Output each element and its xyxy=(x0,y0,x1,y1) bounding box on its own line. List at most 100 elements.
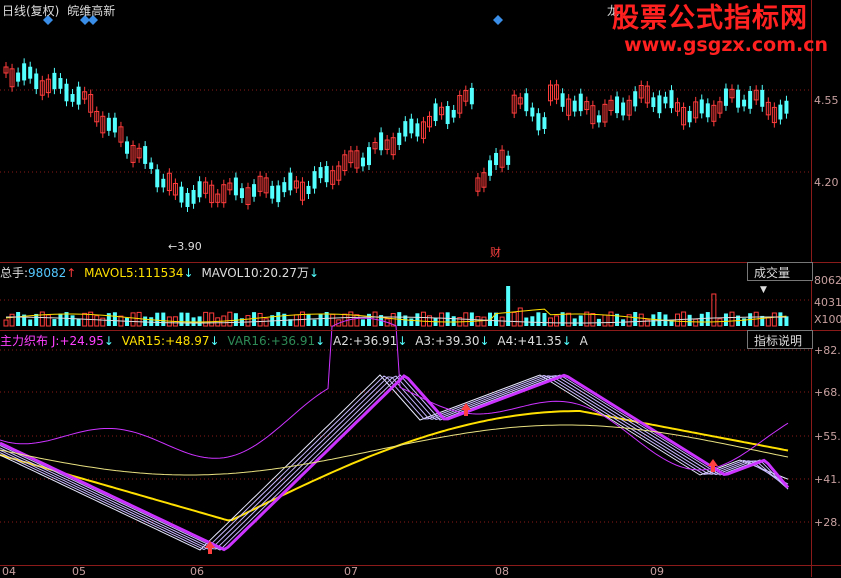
a2-value: +36.91 xyxy=(353,334,397,348)
volume-bar xyxy=(609,312,613,326)
candle-body xyxy=(488,160,492,175)
volume-bar xyxy=(52,319,56,326)
candle-body xyxy=(573,101,577,112)
candle-body xyxy=(288,173,292,191)
candle-body xyxy=(700,99,704,113)
candle-body xyxy=(270,186,274,199)
candle-body xyxy=(282,182,286,192)
indicator-axis-label: +82.0 xyxy=(814,344,841,357)
indicator-axis-label: +55.0 xyxy=(814,430,841,443)
volume-bar xyxy=(107,313,111,326)
candle-body xyxy=(760,90,764,107)
candle-body xyxy=(58,78,62,89)
watermark-title: 股票公式指标网 xyxy=(612,4,832,34)
price-header: 日线(复权) 皖维高新 xyxy=(2,2,115,19)
volume-axis-unit: X100 xyxy=(814,313,841,326)
candle-body xyxy=(663,97,667,104)
volume-bar xyxy=(10,314,14,326)
triangle-down-icon: ▼ xyxy=(760,285,767,295)
chart-canvas[interactable] xyxy=(0,0,811,577)
candle-body xyxy=(16,73,20,82)
volume-bar xyxy=(16,312,20,326)
volume-bar xyxy=(204,312,208,326)
volume-bar xyxy=(198,316,202,326)
pane-divider-indicator[interactable] xyxy=(0,330,841,331)
date-axis-label: 04 xyxy=(2,565,16,578)
watermark-url: www.gsgzx.com.cn xyxy=(612,34,832,56)
date-axis-label: 08 xyxy=(495,565,509,578)
candle-body xyxy=(107,118,111,131)
volume-bar xyxy=(77,319,81,326)
mavol5-value: 111534 xyxy=(138,266,184,280)
volume-bar xyxy=(446,312,450,326)
volume-bar xyxy=(536,312,540,326)
candle-body xyxy=(397,133,401,145)
date-axis-label: 07 xyxy=(344,565,358,578)
candle-body xyxy=(71,94,75,102)
indicator-axis-label: +41.7 xyxy=(814,473,841,486)
candle-body xyxy=(561,93,565,107)
candle-body xyxy=(615,96,619,113)
candle-body xyxy=(470,88,474,104)
volume-bar xyxy=(730,312,734,326)
price-axis xyxy=(811,0,841,577)
candle-body xyxy=(319,167,323,178)
volume-bar xyxy=(567,313,571,326)
volume-bar xyxy=(512,312,516,326)
arrow-left-icon: ← xyxy=(168,240,177,253)
candle-body xyxy=(313,171,317,188)
candle-body xyxy=(706,103,710,117)
candle-body xyxy=(77,87,81,105)
candle-body xyxy=(542,117,546,129)
down-arrow-icon: ↓ xyxy=(184,266,194,280)
volume-bar xyxy=(125,318,129,326)
volume-axis-label: 8062 xyxy=(814,274,841,287)
volume-bar xyxy=(319,314,323,326)
volume-value: 98082 xyxy=(28,266,66,280)
down-arrow-icon: ↓ xyxy=(104,334,114,348)
candle-body xyxy=(621,103,625,116)
indicator-name[interactable]: 主力织布 xyxy=(0,334,48,348)
mavol10-value: 20.27万 xyxy=(263,266,309,280)
volume-bar xyxy=(579,315,583,326)
indicator-header: 主力织布 J:+24.95↓ VAR15:+48.97↓ VAR16:+36.9… xyxy=(0,332,588,349)
a2-label: A2: xyxy=(333,334,353,348)
mavol5-label: MAVOL5: xyxy=(84,266,138,280)
candle-body xyxy=(651,97,655,107)
volume-bar xyxy=(294,315,298,326)
volume-bar xyxy=(633,312,637,326)
volume-bar xyxy=(355,315,359,326)
pane-divider-volume[interactable] xyxy=(0,262,841,263)
volume-bar xyxy=(95,316,99,326)
candle-body xyxy=(688,111,692,122)
volume-bar xyxy=(179,313,183,326)
mavol10-label: MAVOL10: xyxy=(201,266,262,280)
candle-body xyxy=(234,178,238,196)
candle-body xyxy=(536,113,540,130)
volume-bar xyxy=(415,313,419,326)
volume-bar xyxy=(46,315,50,326)
up-arrow-icon: ↑ xyxy=(66,266,76,280)
volume-bar xyxy=(591,314,595,326)
volume-indicator-dropdown[interactable]: 成交量 ▼ xyxy=(747,262,813,281)
volume-bar xyxy=(712,294,716,326)
candle-body xyxy=(325,166,329,182)
dropdown-label: 成交量 xyxy=(754,266,790,280)
watermark: 股票公式指标网 www.gsgzx.com.cn xyxy=(612,4,832,58)
candle-body xyxy=(143,146,147,164)
candle-body xyxy=(113,118,117,133)
candle-body xyxy=(736,90,740,108)
volume-bar xyxy=(421,312,425,326)
candle-body xyxy=(579,94,583,111)
volume-bar xyxy=(276,312,280,326)
volume-bar xyxy=(264,319,268,326)
indicator-help-button[interactable]: 指标说明 xyxy=(747,330,813,349)
volume-bar xyxy=(246,316,250,326)
volume-bar xyxy=(542,313,546,326)
volume-bar xyxy=(603,315,607,326)
candle-body xyxy=(198,181,202,197)
volume-bar xyxy=(28,320,32,326)
finance-marker[interactable]: 财 xyxy=(490,244,501,260)
candle-body xyxy=(361,158,365,167)
volume-bar xyxy=(343,314,347,326)
